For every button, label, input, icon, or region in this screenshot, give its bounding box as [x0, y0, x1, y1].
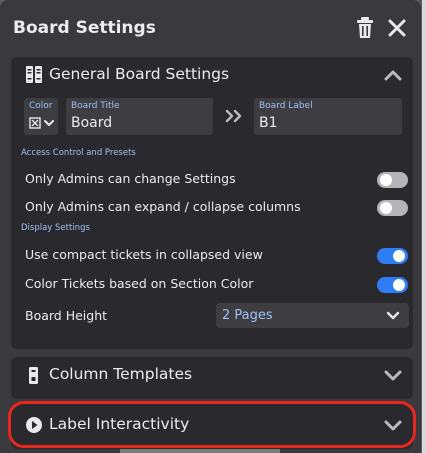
- toggle-knob: [393, 250, 405, 262]
- chevron-up-icon[interactable]: [383, 67, 403, 83]
- board-height-select[interactable]: 2 Pages: [216, 303, 409, 328]
- close-icon: [388, 19, 406, 37]
- board-label-label: Board Label: [259, 101, 313, 111]
- admins-change-settings-label: Only Admins can change Settings: [25, 171, 236, 186]
- label-interactivity-section[interactable]: Label Interactivity: [11, 404, 413, 449]
- chevron-down-icon: [386, 311, 400, 320]
- book-icon: [26, 66, 42, 83]
- board-label-value[interactable]: B1: [259, 115, 278, 131]
- admins-change-settings-toggle[interactable]: [377, 172, 408, 188]
- board-height-value: 2 Pages: [222, 308, 273, 323]
- toggle-knob: [393, 279, 405, 291]
- general-settings-title: General Board Settings: [49, 65, 230, 83]
- board-title-label: Board Title: [71, 101, 120, 111]
- toggle-knob: [380, 202, 392, 214]
- general-settings-header[interactable]: General Board Settings: [11, 57, 413, 93]
- admins-expand-columns-toggle[interactable]: [377, 200, 408, 216]
- color-tickets-label: Color Tickets based on Section Color: [25, 276, 254, 291]
- dialog-title: Board Settings: [13, 18, 156, 38]
- column-templates-section[interactable]: Column Templates: [11, 357, 413, 399]
- play-circle-icon: [26, 417, 42, 433]
- compact-tickets-toggle[interactable]: [377, 248, 408, 264]
- admins-expand-columns-label: Only Admins can expand / collapse column…: [25, 199, 301, 214]
- bottom-edge: [120, 449, 280, 453]
- board-label-field[interactable]: Board Label B1: [254, 98, 402, 135]
- column-templates-header[interactable]: Column Templates: [11, 357, 413, 393]
- trash-icon: [357, 17, 373, 38]
- color-picker[interactable]: Color: [24, 98, 58, 135]
- checkbox-x-icon: [29, 117, 41, 129]
- background-strip: [422, 0, 426, 453]
- general-board-settings-section: General Board Settings Color Board Title…: [11, 57, 413, 349]
- compact-tickets-label: Use compact tickets in collapsed view: [25, 247, 263, 262]
- color-label: Color: [29, 101, 53, 111]
- label-interactivity-title: Label Interactivity: [49, 415, 190, 433]
- chevron-down-icon: [44, 120, 54, 126]
- label-interactivity-header[interactable]: Label Interactivity: [11, 407, 413, 443]
- access-control-heading: Access Control and Presets: [21, 148, 136, 158]
- board-title-value[interactable]: Board: [71, 115, 112, 131]
- board-settings-dialog: Board Settings General Board Settings Co…: [0, 0, 421, 453]
- dialog-header: Board Settings: [0, 0, 421, 58]
- color-tickets-toggle[interactable]: [377, 277, 408, 293]
- column-icon: [29, 367, 38, 384]
- chevron-down-icon[interactable]: [383, 417, 403, 433]
- chevron-down-icon[interactable]: [383, 367, 403, 383]
- board-height-label: Board Height: [25, 308, 108, 323]
- delete-board-button[interactable]: [355, 16, 375, 40]
- column-templates-title: Column Templates: [49, 365, 193, 383]
- close-button[interactable]: [386, 16, 408, 40]
- toggle-knob: [380, 174, 392, 186]
- double-chevron-right-icon: [225, 109, 242, 123]
- board-title-field[interactable]: Board Title Board: [66, 98, 213, 135]
- display-settings-heading: Display Settings: [21, 223, 90, 233]
